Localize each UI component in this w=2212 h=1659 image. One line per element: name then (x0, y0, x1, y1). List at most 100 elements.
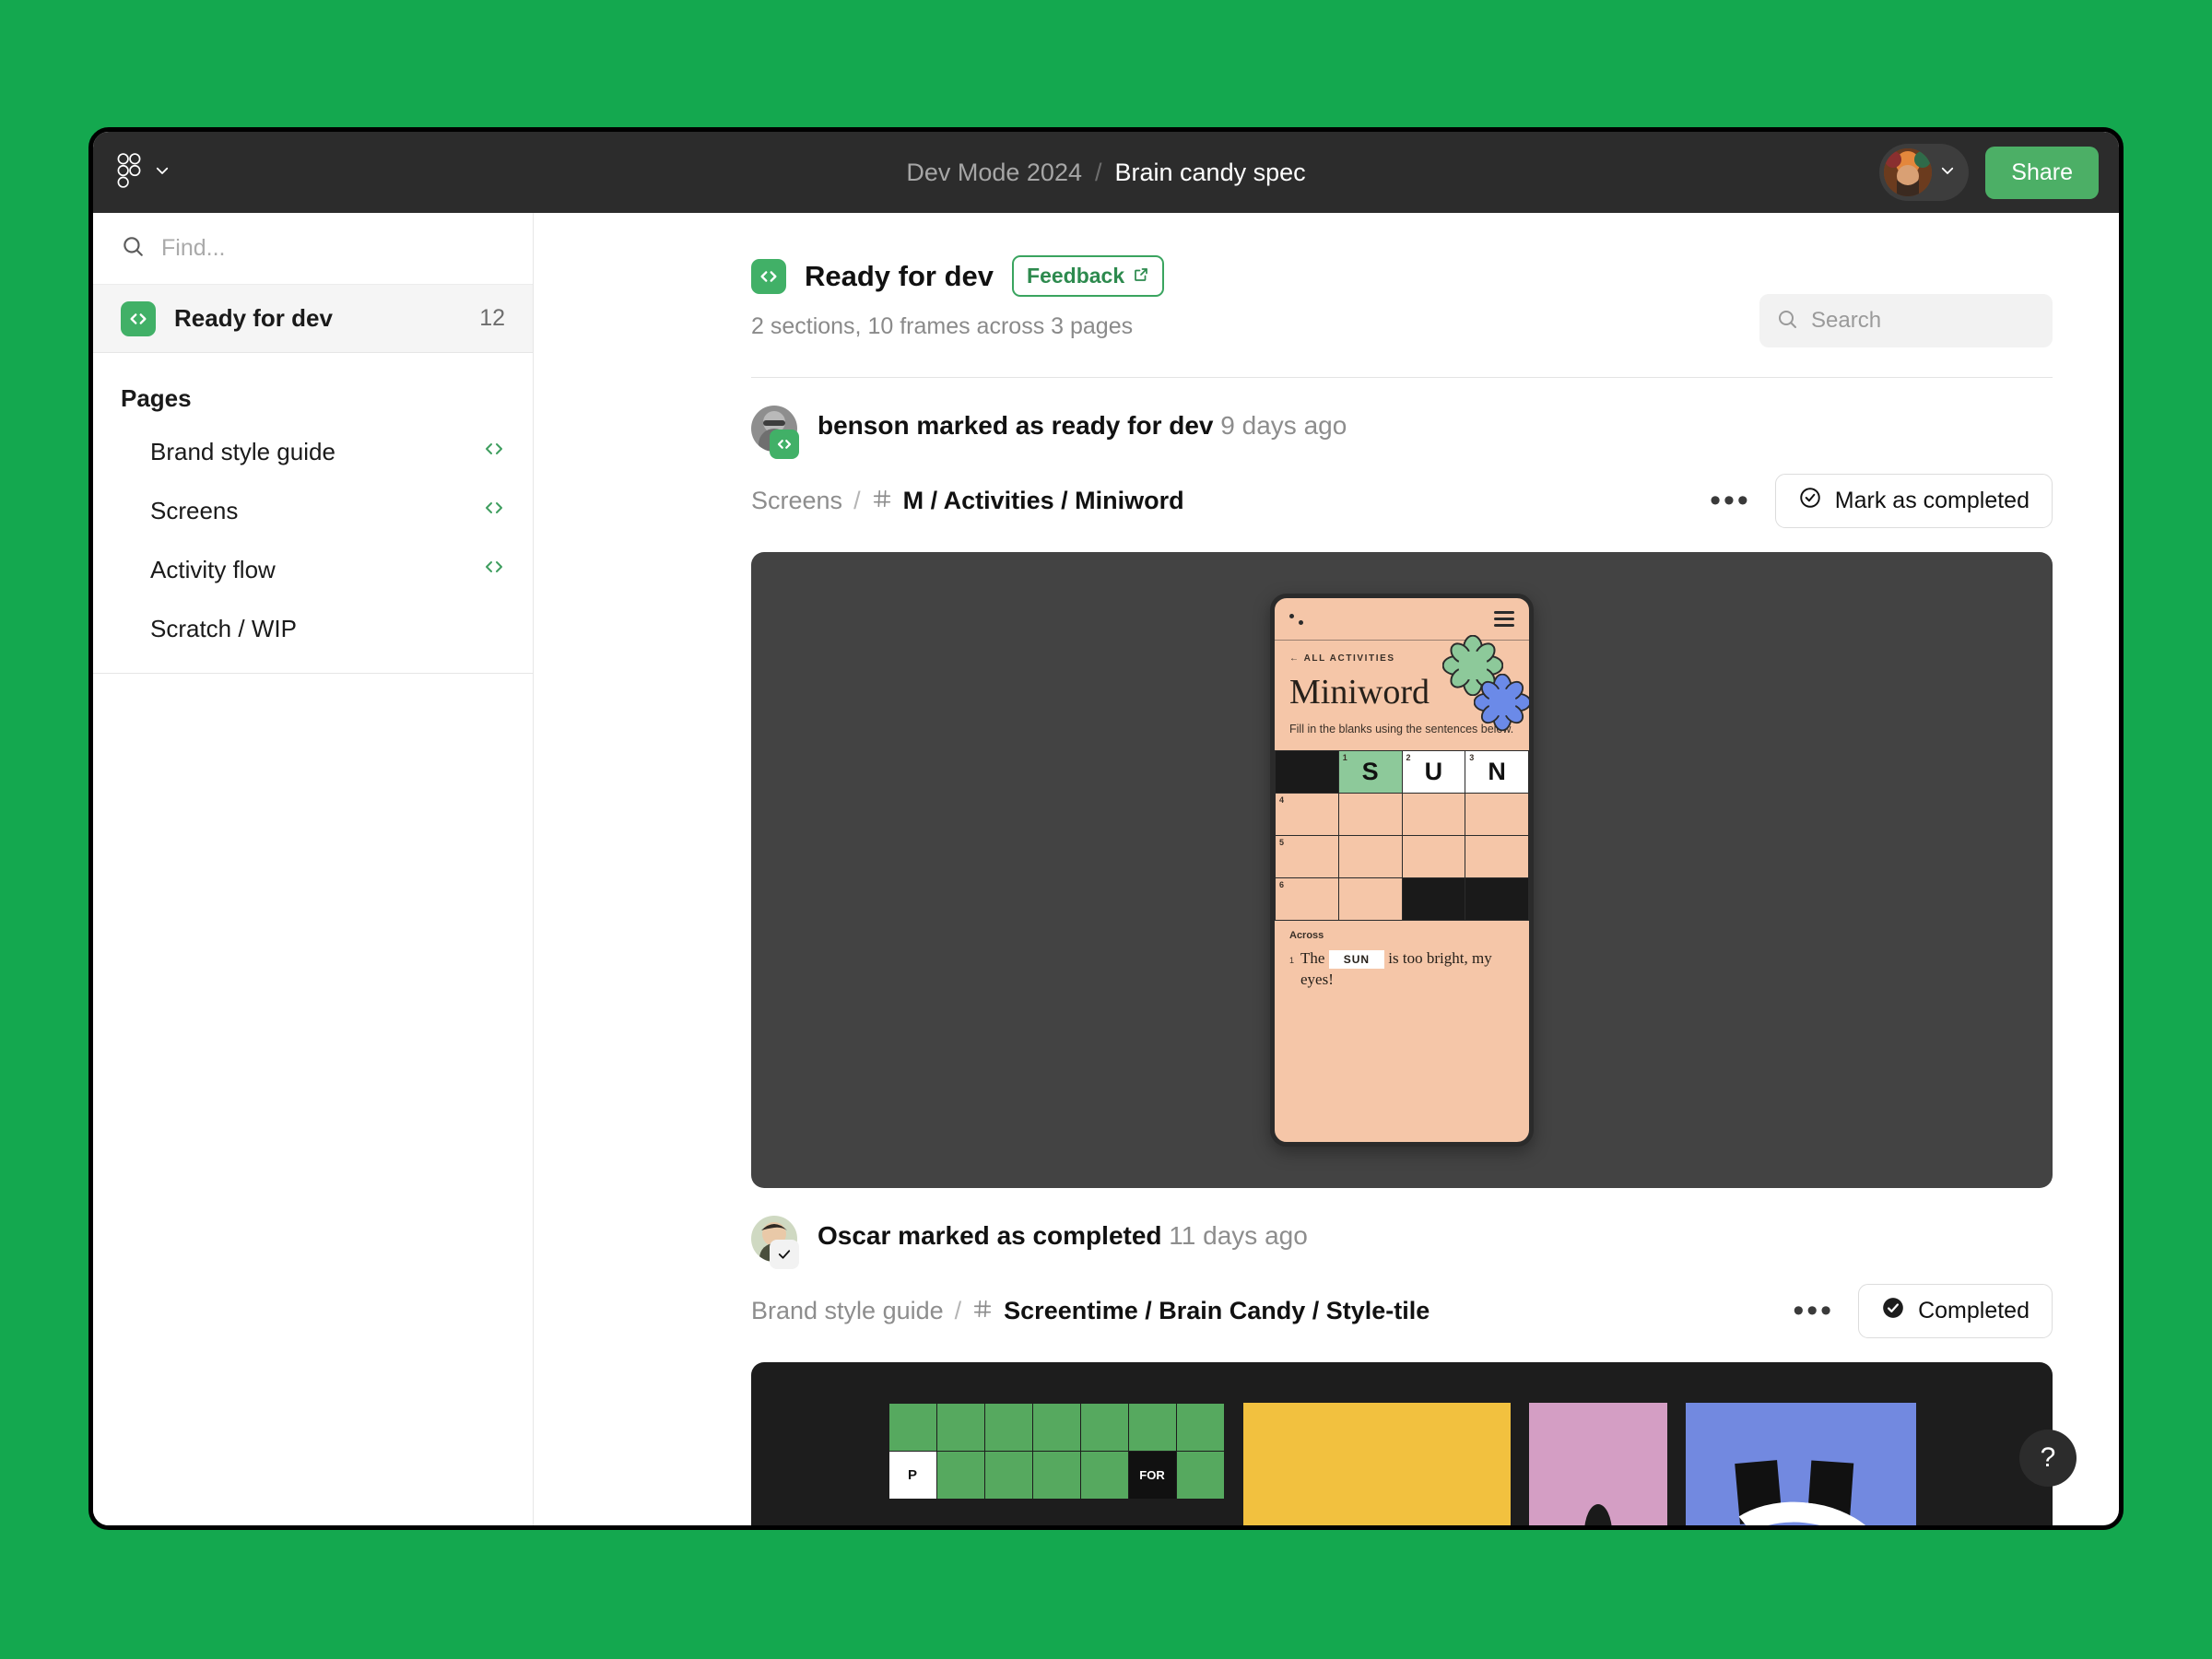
share-button[interactable]: Share (1985, 146, 2099, 199)
more-horizontal-icon[interactable]: ••• (1710, 485, 1751, 517)
style-tile-grid: P FOR (888, 1403, 1225, 1500)
find-input[interactable] (161, 235, 505, 262)
sidebar-item-ready-for-dev[interactable]: Ready for dev 12 (93, 285, 533, 353)
code-brackets-icon (751, 258, 786, 294)
tile-cell (936, 1452, 985, 1500)
clue-answer-chip: SUN (1328, 950, 1385, 970)
activity-path-row: Screens / M / Activities / Miniword ••• (751, 474, 2053, 528)
activity-action-text: Oscar marked as completed (818, 1221, 1162, 1250)
activity-path-page[interactable]: Screens (751, 487, 842, 515)
section-header: Ready for dev Feedback (751, 255, 2053, 297)
activity-path-page[interactable]: Brand style guide (751, 1297, 944, 1325)
breadcrumb-project[interactable]: Dev Mode 2024 (906, 159, 1082, 187)
crossword-cell[interactable]: 2 U (1402, 751, 1466, 794)
sidebar-item-brand-style-guide[interactable]: Brand style guide (93, 422, 533, 481)
more-horizontal-icon[interactable]: ••• (1793, 1295, 1834, 1327)
activity-actions: ••• Completed (1793, 1284, 2053, 1338)
crossword-cell[interactable] (1338, 794, 1403, 837)
activity-path-frame[interactable]: M / Activities / Miniword (903, 487, 1184, 515)
tile-cell (1176, 1452, 1225, 1500)
phone-content: ← ALL ACTIVITIES Miniword Fill in the bl… (1275, 634, 1529, 737)
clue-text: The SUN is too bright, my eyes! (1300, 948, 1514, 991)
crossword-cell[interactable] (1465, 836, 1529, 879)
frame-preview-miniword[interactable]: ← ALL ACTIVITIES Miniword Fill in the bl… (751, 552, 2053, 1188)
external-link-icon (1133, 264, 1149, 288)
clue-text-before: The (1300, 949, 1325, 968)
sidebar-item-activity-flow[interactable]: Activity flow (93, 540, 533, 599)
pages-header: Pages (121, 384, 192, 412)
page-title: Ready for dev (805, 259, 994, 292)
figma-menu-button[interactable] (117, 152, 171, 193)
avatar (1884, 148, 1933, 196)
crossword-cell[interactable]: 6 (1276, 878, 1339, 922)
window-body: Ready for dev 12 Pages Brand style guide… (93, 213, 2119, 1525)
crossword-cell[interactable] (1402, 794, 1466, 837)
frame-preview-style-tile[interactable]: P FOR (751, 1362, 2053, 1525)
activity-timestamp: 9 days ago (1220, 411, 1347, 440)
crossword-cell[interactable] (1402, 878, 1466, 922)
tile-cell (984, 1452, 1033, 1500)
activity-item: benson marked as ready for dev 9 days ag… (751, 406, 2053, 1188)
tile-cell (1080, 1404, 1129, 1452)
breadcrumb-file[interactable]: Brain candy spec (1115, 159, 1306, 187)
account-menu-button[interactable] (1879, 144, 1970, 201)
sidebar-item-screens[interactable]: Screens (93, 481, 533, 540)
code-brackets-icon (121, 300, 156, 336)
main-content: Ready for dev Feedback 2 sections, 10 fr… (534, 213, 2119, 1525)
swatch-yellow (1242, 1403, 1511, 1525)
sidebar-page-label: Scratch / WIP (150, 614, 297, 642)
check-circle-outline-icon (1798, 486, 1822, 516)
cell-number: 6 (1279, 880, 1285, 890)
swatch-pink (1528, 1403, 1667, 1525)
feedback-button[interactable]: Feedback (1012, 255, 1165, 297)
crossword-cell[interactable]: 4 (1276, 794, 1339, 837)
check-icon (770, 1240, 799, 1269)
flower-blue-icon (1473, 673, 1529, 735)
activity-description: Oscar marked as completed 11 days ago (818, 1219, 1308, 1251)
cell-number: 2 (1406, 753, 1411, 763)
tile-cell (1080, 1452, 1129, 1500)
tile-cell (936, 1404, 985, 1452)
sidebar-page-label: Brand style guide (150, 437, 335, 465)
hamburger-menu-icon[interactable] (1494, 611, 1514, 627)
chevron-down-icon (154, 162, 171, 183)
status-dots-icon (1289, 613, 1303, 625)
sidebar-page-label: Activity flow (150, 555, 276, 583)
button-label: Mark as completed (1834, 488, 2030, 513)
crossword-cell[interactable] (1465, 878, 1529, 922)
search-input[interactable] (1811, 308, 2036, 334)
completed-button[interactable]: Completed (1858, 1284, 2053, 1338)
mark-as-completed-button[interactable]: Mark as completed (1774, 474, 2053, 528)
sidebar-item-scratch-wip[interactable]: Scratch / WIP (93, 599, 533, 658)
breadcrumb: Dev Mode 2024 / Brain candy spec (93, 159, 2119, 187)
crossword-cell[interactable]: 1 S (1338, 751, 1403, 794)
tile-cell (1128, 1404, 1177, 1452)
crossword-cell[interactable] (1338, 878, 1403, 922)
crossword-cell[interactable] (1402, 836, 1466, 879)
avatar (751, 1216, 799, 1269)
figma-dev-mode-window: Dev Mode 2024 / Brain candy spec Share F… (88, 127, 2124, 1530)
crossword-cell[interactable] (1465, 794, 1529, 837)
crossword-cell[interactable]: 5 (1276, 836, 1339, 879)
cell-letter: N (1488, 758, 1506, 786)
crossword-cell[interactable]: 3 N (1465, 751, 1529, 794)
cell-number: 1 (1342, 753, 1347, 763)
style-tile-row: P FOR (888, 1403, 1916, 1525)
help-button[interactable]: ? (2019, 1430, 2077, 1487)
find-field-row[interactable] (93, 213, 533, 285)
search-icon (1776, 308, 1798, 335)
tile-cell (984, 1404, 1033, 1452)
activity-path-frame[interactable]: Screentime / Brain Candy / Style-tile (1004, 1297, 1430, 1325)
chevron-down-icon (1939, 162, 1956, 183)
crossword-cell[interactable] (1338, 836, 1403, 879)
sidebar: Ready for dev 12 Pages Brand style guide… (93, 213, 534, 1525)
frame-hash-icon (972, 1299, 993, 1324)
search-field-row[interactable] (1759, 294, 2053, 347)
path-separator: / (954, 1297, 962, 1324)
path-separator: / (853, 487, 861, 514)
tile-cell-letter: P (888, 1452, 937, 1500)
activity-item: Oscar marked as completed 11 days ago Br… (751, 1216, 2053, 1525)
crossword-cell[interactable] (1276, 751, 1339, 794)
cell-letter: S (1361, 758, 1379, 786)
activity-header: Oscar marked as completed 11 days ago (751, 1216, 2053, 1269)
